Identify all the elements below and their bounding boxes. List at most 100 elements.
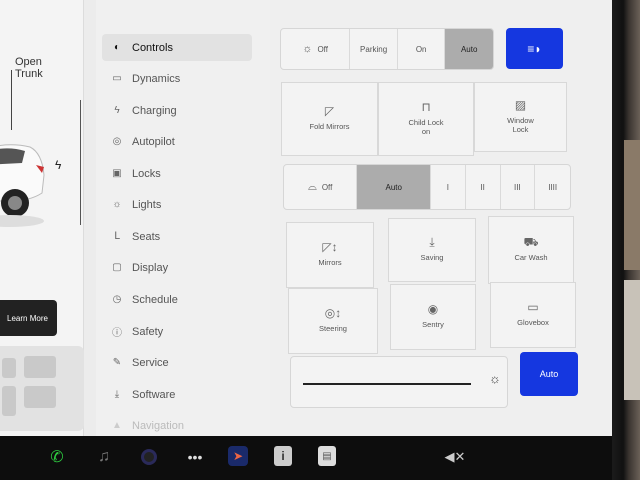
more-apps-icon[interactable]: ••• xyxy=(184,446,206,468)
child-lock-button[interactable]: ⊓ Child Lock on xyxy=(378,82,474,156)
car-wash-icon: ⛟ xyxy=(523,235,539,249)
sun-icon: ☼ xyxy=(112,199,122,210)
steering-label: Steering xyxy=(319,324,347,333)
wipers-off-option[interactable]: ⌓ Off xyxy=(284,165,358,209)
saving-button[interactable]: ⤓ Saving xyxy=(388,218,476,282)
camera-icon[interactable] xyxy=(138,446,160,468)
glovebox-button[interactable]: ▭ Glovebox xyxy=(490,282,576,348)
nav-item-charging[interactable]: ϟ Charging xyxy=(102,97,252,124)
camera-lens xyxy=(141,449,157,465)
trunk-pointer-line xyxy=(11,70,12,130)
nav-item-label: Lights xyxy=(132,198,162,211)
window-lock-label: Window xyxy=(507,115,534,125)
seat-rear-left[interactable] xyxy=(2,386,16,416)
manual-icon[interactable]: i xyxy=(274,446,292,466)
car-icon: ▭ xyxy=(112,73,122,84)
navigation-app-icon[interactable]: ➤ xyxy=(228,446,248,466)
lights-auto-option[interactable]: Auto xyxy=(445,29,493,69)
mirrors-label: Mirrors xyxy=(318,258,342,267)
toggle-icon: ◐ xyxy=(113,42,121,53)
phone-icon[interactable]: ✆ xyxy=(46,446,68,468)
sentry-button[interactable]: ◉ Sentry xyxy=(390,284,476,350)
brightness-auto-button[interactable]: Auto xyxy=(520,352,578,396)
window-lock-label-2: Lock xyxy=(512,124,529,134)
download-icon: ⤓ xyxy=(429,235,435,249)
screen-bezel xyxy=(612,0,640,480)
navigation-icon: ▲ xyxy=(112,420,122,431)
wipers-auto-option[interactable]: Auto xyxy=(357,165,431,209)
wipers-speed-3[interactable]: III xyxy=(501,165,536,209)
calendar-icon[interactable]: ▤ xyxy=(318,446,336,466)
nav-item-autopilot[interactable]: ◎ Autopilot xyxy=(102,128,252,155)
saving-label: Saving xyxy=(420,253,444,262)
nav-item-label: Display xyxy=(132,261,169,274)
nav-item-seats[interactable]: ᒪ Seats xyxy=(102,223,252,250)
learn-more-button[interactable]: Learn More xyxy=(0,300,57,336)
dashboard-trim xyxy=(624,140,640,270)
charge-port-icon[interactable]: ϟ xyxy=(55,158,61,172)
nav-item-software[interactable]: ⤓ Software xyxy=(102,381,252,408)
lights-parking-option[interactable]: Parking xyxy=(350,29,398,69)
mirror-adjust-icon: ◸↕ xyxy=(322,240,338,254)
glovebox-label: Glovebox xyxy=(517,318,549,327)
taskbar: ✆ ♫ ••• ➤ i ▤ ◀✕ xyxy=(0,436,612,480)
lights-on-option[interactable]: On xyxy=(398,29,446,69)
fold-mirrors-button[interactable]: ◸ Fold Mirrors xyxy=(281,82,378,156)
info-icon: ⓘ xyxy=(112,328,122,339)
open-trunk-button[interactable]: Open Trunk xyxy=(15,56,43,80)
steering-adjust-icon: ◎↕ xyxy=(324,306,342,320)
lock-icon: ▣ xyxy=(112,168,122,179)
download-icon: ⤓ xyxy=(114,389,120,400)
steering-wheel-icon: ◎ xyxy=(112,136,122,147)
nav-item-label: Locks xyxy=(132,167,161,180)
display-icon: ▢ xyxy=(112,262,122,273)
window-icon: ▨ xyxy=(514,97,527,112)
wipers-speed-4[interactable]: IIII xyxy=(535,165,570,209)
nav-item-label: Software xyxy=(132,388,176,401)
car-wash-label: Car Wash xyxy=(514,253,548,262)
nav-item-label: Navigation xyxy=(132,419,184,432)
brightness-slider[interactable]: ☼ xyxy=(290,356,508,408)
wipers-segmented-control: ⌓ Off Auto I II III IIII xyxy=(283,164,571,210)
nav-item-controls[interactable]: ◐ Controls xyxy=(102,34,252,61)
nav-item-label: Charging xyxy=(132,104,177,117)
lights-segmented-control: ☼ Off Parking On Auto xyxy=(280,28,494,70)
window-lock-button[interactable]: ▨ Window Lock xyxy=(474,82,567,152)
trunk-label-line2: Trunk xyxy=(15,68,43,80)
nav-item-label: Autopilot xyxy=(132,135,175,148)
brightness-icon: ☼ xyxy=(489,371,501,386)
seat-front-left[interactable] xyxy=(2,358,16,378)
sun-icon: ☼ xyxy=(302,43,313,55)
seat-rear-center-2[interactable] xyxy=(24,386,56,408)
nav-item-locks[interactable]: ▣ Locks xyxy=(102,160,252,187)
nav-item-dynamics[interactable]: ▭ Dynamics xyxy=(102,65,252,92)
charge-pointer-line xyxy=(80,100,81,225)
glovebox-icon: ▭ xyxy=(527,300,539,314)
nav-item-lights[interactable]: ☼ Lights xyxy=(102,191,252,218)
nav-item-label: Service xyxy=(132,356,169,369)
lights-off-option[interactable]: ☼ Off xyxy=(281,29,351,69)
seat-rear-center[interactable] xyxy=(24,356,56,378)
nav-item-display[interactable]: ▢ Display xyxy=(102,254,252,281)
volume-mute-icon[interactable]: ◀✕ xyxy=(440,446,470,468)
seat-map xyxy=(0,346,84,431)
clock-icon: ◷ xyxy=(112,294,122,305)
wiper-icon: ⌓ xyxy=(308,180,317,193)
wipers-speed-2[interactable]: II xyxy=(466,165,501,209)
headlight-button[interactable]: ≡◗ xyxy=(506,28,563,69)
car-model-image xyxy=(0,144,45,227)
sentry-label: Sentry xyxy=(422,320,444,329)
nav-item-service[interactable]: ✎ Service xyxy=(102,349,252,376)
car-wash-button[interactable]: ⛟ Car Wash xyxy=(488,216,574,284)
wipers-speed-1[interactable]: I xyxy=(431,165,466,209)
nav-item-navigation[interactable]: ▲ Navigation xyxy=(102,412,252,436)
car-visual-pane: Open Trunk ϟ Learn More xyxy=(0,0,84,436)
steering-adjust-button[interactable]: ◎↕ Steering xyxy=(288,288,378,354)
nav-item-label: Safety xyxy=(132,325,164,338)
nav-item-schedule[interactable]: ◷ Schedule xyxy=(102,286,252,313)
music-icon[interactable]: ♫ xyxy=(93,446,115,468)
mirrors-adjust-button[interactable]: ◸↕ Mirrors xyxy=(286,222,374,288)
nav-item-label: Controls xyxy=(132,41,173,54)
brightness-slider-track[interactable] xyxy=(303,383,471,385)
nav-item-safety[interactable]: ⓘ Safety xyxy=(102,318,252,345)
